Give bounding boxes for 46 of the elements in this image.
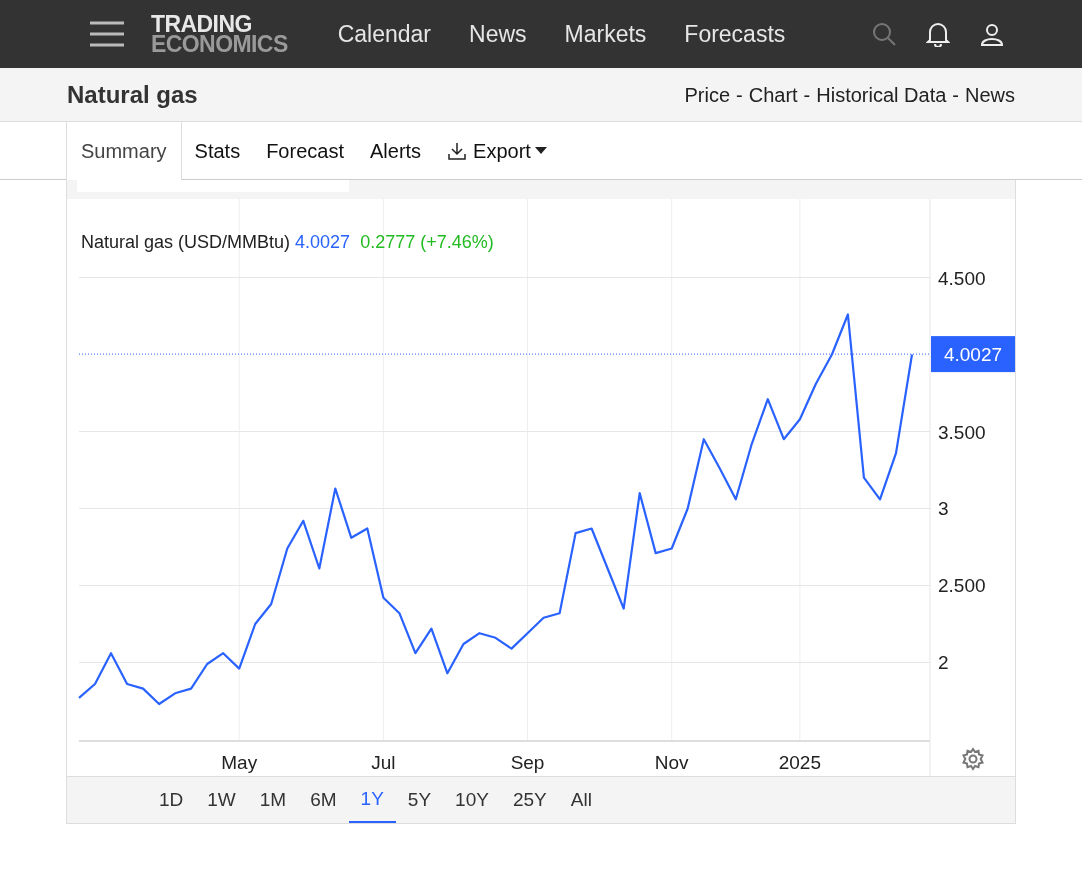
range-tab[interactable]: 1M (247, 777, 299, 823)
x-axis-label: Jul (371, 752, 396, 773)
x-axis-label: May (221, 752, 258, 773)
logo[interactable]: TRADING ECONOMICS (151, 14, 288, 54)
menu-icon[interactable] (90, 21, 124, 47)
x-axis-label: Nov (654, 752, 689, 773)
nav-link[interactable]: Forecasts (684, 16, 786, 52)
nav-link[interactable]: News (469, 16, 527, 52)
y-axis-label: 2 (938, 652, 949, 674)
search-icon[interactable] (872, 22, 896, 46)
page-link[interactable]: Chart (748, 79, 798, 110)
range-tab[interactable]: 1D (147, 777, 196, 823)
nav-link[interactable]: Markets (564, 16, 647, 52)
tab[interactable]: Stats (181, 122, 254, 179)
export-dropdown[interactable]: Export (434, 122, 560, 179)
range-tab[interactable]: All (558, 777, 604, 823)
separator: - (736, 82, 743, 108)
download-icon (447, 140, 468, 161)
range-tab[interactable]: 10Y (443, 777, 501, 823)
x-axis-label: 2025 (778, 752, 821, 773)
y-axis-label: 3 (938, 498, 949, 520)
tab[interactable]: Forecast (253, 122, 357, 179)
chart-legend: Natural gas (USD/MMBtu) 4.0027 0.2777 (+7.46%) (81, 232, 494, 252)
page-link[interactable]: News (965, 79, 1015, 110)
caret-icon (534, 147, 547, 154)
y-axis-label: 3.500 (938, 421, 986, 443)
last-price-label: 4.0027 (943, 344, 1003, 366)
range-tab[interactable]: 6M (298, 777, 349, 823)
range-tab[interactable]: 1W (195, 777, 248, 823)
range-tab[interactable]: 1Y (348, 777, 396, 823)
nav-link[interactable]: Calendar (337, 16, 431, 52)
range-tab[interactable]: 5Y (395, 777, 444, 823)
page-title: Natural gas (67, 79, 198, 110)
settings-icon[interactable] (961, 747, 985, 771)
range-tab[interactable]: 25Y (500, 777, 559, 823)
tab[interactable]: Alerts (356, 122, 435, 179)
tab[interactable]: Summary (66, 122, 182, 180)
separator: - (803, 82, 811, 108)
page-link[interactable]: Historical Data (816, 79, 947, 110)
user-icon[interactable] (980, 22, 1004, 46)
bell-icon[interactable] (926, 21, 950, 47)
x-axis-label: Sep (510, 752, 545, 773)
separator: - (952, 82, 959, 108)
y-axis-label: 4.500 (938, 267, 986, 289)
y-axis-label: 2.500 (938, 575, 986, 597)
page-link[interactable]: Price (684, 79, 730, 110)
